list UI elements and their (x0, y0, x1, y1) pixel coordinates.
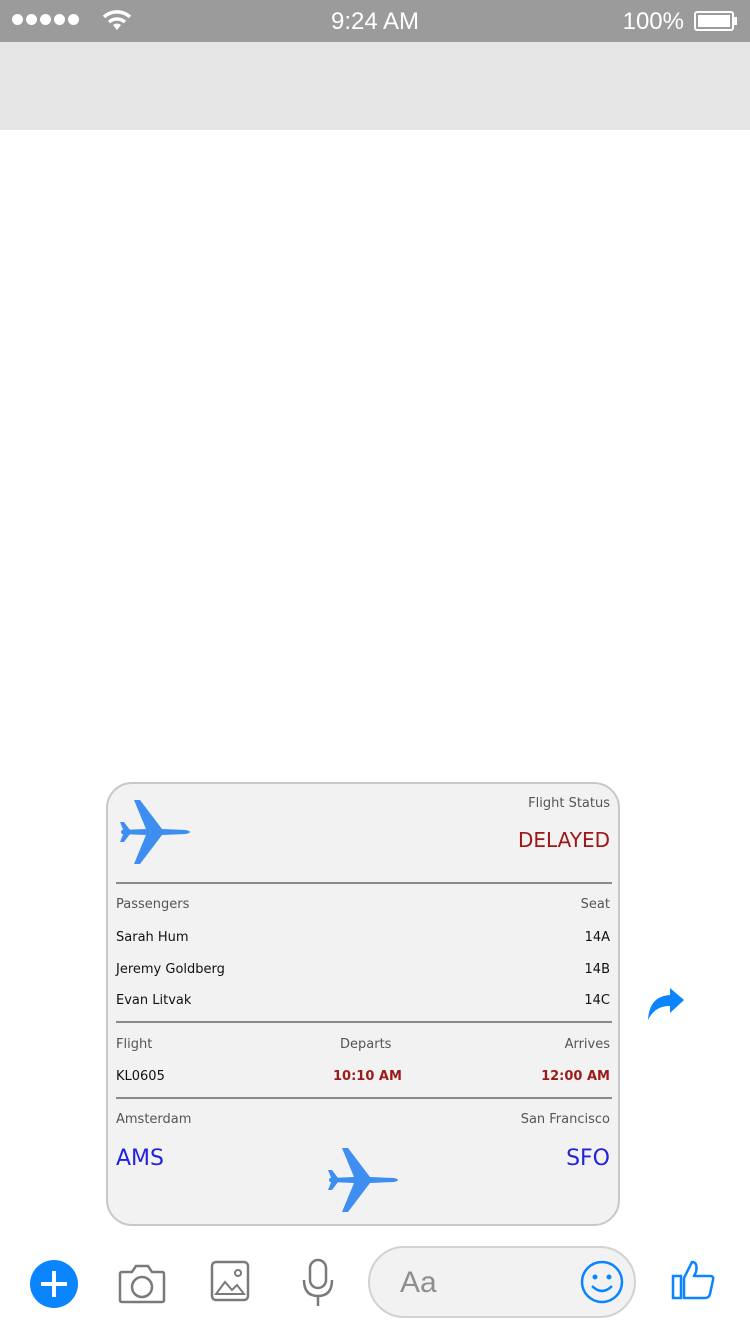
flight-status-value: DELAYED (517, 828, 610, 852)
passenger-name: Evan Litvak (116, 993, 192, 1008)
camera-icon[interactable] (118, 1262, 166, 1304)
share-icon[interactable] (646, 986, 686, 1022)
departs-time: 10:10 AM (333, 1069, 402, 1084)
flight-number: KL0605 (116, 1069, 165, 1084)
flight-label: Flight (116, 1037, 153, 1052)
message-input-placeholder: Aa (400, 1266, 437, 1299)
seat-header: Seat (580, 897, 610, 912)
passenger-seat: 14C (584, 993, 610, 1008)
passenger-seat: 14A (584, 930, 610, 945)
passenger-name: Jeremy Goldberg (116, 962, 225, 977)
emoji-icon[interactable] (580, 1260, 624, 1304)
flight-status-label: Flight Status (528, 796, 610, 811)
airplane-icon (328, 1148, 398, 1212)
plus-icon[interactable] (30, 1260, 78, 1308)
origin-city: Amsterdam (116, 1112, 192, 1127)
origin-airport-code: AMS (116, 1146, 164, 1171)
battery-percentage: 100% (622, 8, 684, 35)
passenger-name: Sarah Hum (116, 930, 189, 945)
divider (116, 882, 612, 884)
navigation-bar (0, 42, 750, 130)
airplane-icon (120, 800, 190, 864)
divider (116, 1097, 612, 1099)
message-input[interactable]: Aa (368, 1246, 636, 1318)
thumbs-up-icon[interactable] (670, 1256, 716, 1302)
arrives-label: Arrives (564, 1037, 610, 1052)
gallery-icon[interactable] (210, 1260, 250, 1302)
passengers-header: Passengers (116, 897, 190, 912)
status-bar: 9:24 AM 100% (0, 0, 750, 42)
message-composer: Aa (0, 1234, 750, 1334)
microphone-icon[interactable] (300, 1258, 336, 1308)
departs-label: Departs (340, 1037, 392, 1052)
divider (116, 1021, 612, 1023)
battery-icon (694, 11, 737, 31)
destination-airport-code: SFO (566, 1146, 610, 1171)
passenger-seat: 14B (584, 962, 610, 977)
arrives-time: 12:00 AM (541, 1069, 610, 1084)
flight-status-card[interactable]: Flight Status DELAYED Passengers Seat Sa… (106, 782, 620, 1226)
destination-city: San Francisco (520, 1112, 610, 1127)
